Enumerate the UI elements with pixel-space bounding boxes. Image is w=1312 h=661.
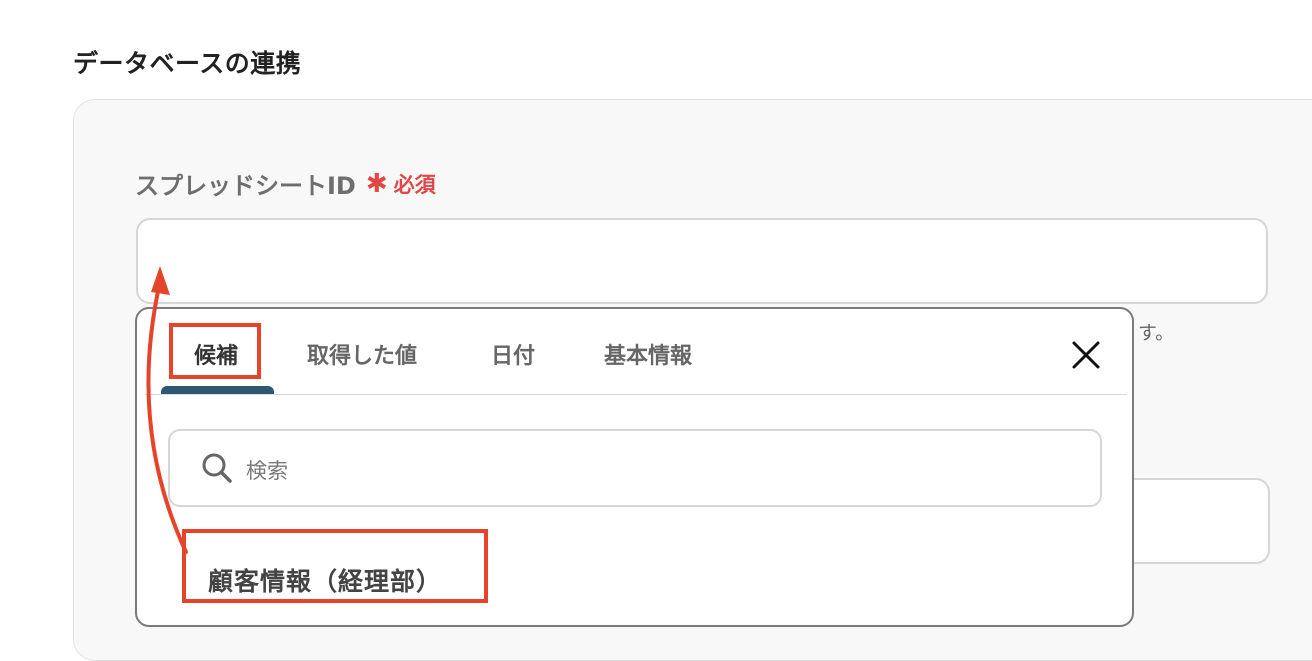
field-help-text: す。 [1138,322,1175,344]
secondary-input[interactable] [1120,478,1270,564]
tab-retrieved-values[interactable]: 取得した値 [307,338,417,370]
annotation-highlight-tab [169,323,261,379]
required-badge: 必須 [393,172,436,197]
tabs-divider [145,394,1127,395]
annotation-highlight-item [182,529,488,603]
close-icon[interactable] [1070,339,1102,371]
required-asterisk-icon: ✱ [365,168,388,199]
search-icon [200,451,234,485]
active-tab-indicator [161,386,274,394]
spreadsheet-id-label: スプレッドシートID ✱ 必須 [135,166,436,201]
search-input[interactable] [168,429,1102,507]
tab-basic-info[interactable]: 基本情報 [604,338,692,370]
spreadsheet-id-input[interactable] [136,218,1268,304]
section-title: データベースの連携 [73,49,302,78]
search-placeholder: 検索 [246,459,288,483]
field-label-text: スプレッドシートID [135,172,356,200]
tab-date[interactable]: 日付 [491,338,535,370]
